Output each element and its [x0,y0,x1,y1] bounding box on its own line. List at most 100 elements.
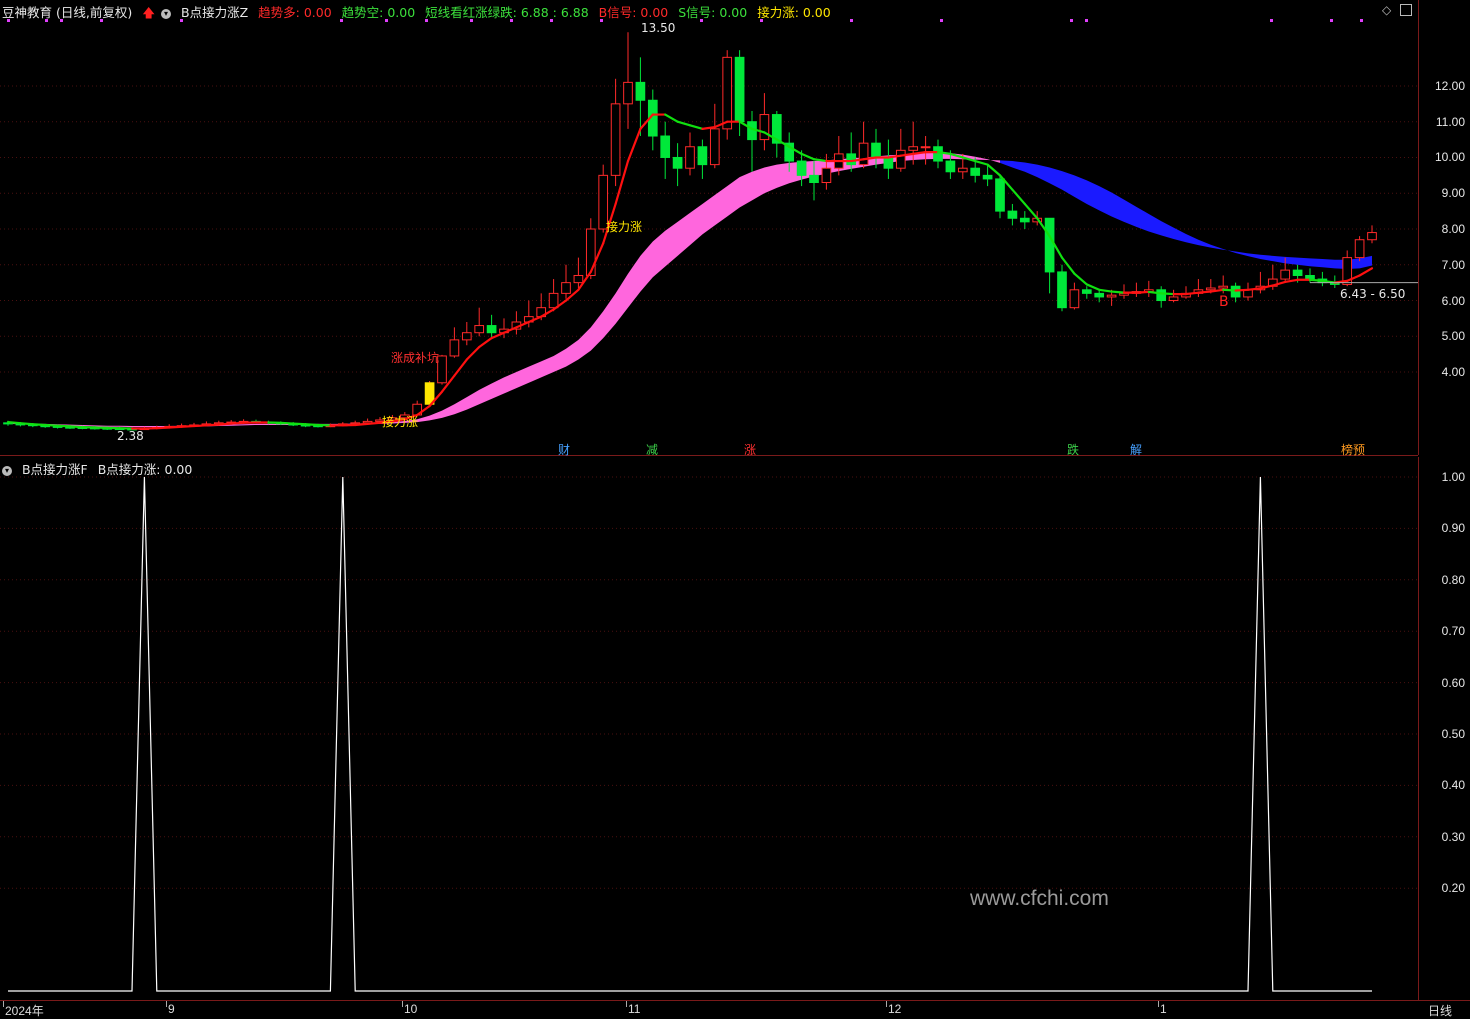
ma-line-segment [70,426,82,427]
candle-body [1082,290,1091,294]
candle-body [586,229,595,275]
range-label: 6.43 - 6.50 [1340,287,1405,301]
diamond-icon[interactable]: ◇ [1382,3,1391,17]
candle-body [1095,293,1104,297]
collapse-icon[interactable]: ▾ [2,466,12,476]
ma-line-segment [1149,292,1161,293]
sub-value-axis[interactable]: 0.200.300.400.500.600.700.800.901.00 [1418,457,1470,1000]
signal-dot [100,19,103,22]
candle-body [562,283,571,294]
price-tick-label: 7.00 [1442,258,1465,272]
trend-short: 趋势空: 0.00 [342,5,416,20]
candle-body [1355,240,1364,258]
event-marker[interactable]: 涨 [743,441,757,458]
signal-dot [470,19,473,22]
rise-label: 涨成补坑 [391,349,439,366]
signal-dot [385,19,388,22]
candle-body [673,157,682,168]
price-tick-label: 6.00 [1442,294,1465,308]
event-marker[interactable]: 跌 [1066,441,1080,458]
low-label: 2.38 [117,429,144,443]
ma-line-segment [802,154,814,159]
ma-line-segment [1062,258,1074,274]
value-tick-label: 0.90 [1442,521,1465,535]
ma-line-segment [1285,280,1297,282]
collapse-icon[interactable]: ▾ [161,9,171,19]
ma-line-segment [1087,284,1099,289]
signal-line-chart[interactable] [0,457,1418,1000]
candle-body [958,168,967,172]
candle-body [847,154,856,165]
signal-dot [60,19,63,22]
candle-body [1306,275,1315,279]
ma-line-segment [1186,293,1198,294]
candle-body [698,147,707,165]
indicator-name[interactable]: B点接力涨Z [181,5,248,20]
ma-line-segment [8,422,20,423]
ma-line-segment [1198,292,1210,293]
candle-body [636,82,645,100]
main-chart-pane[interactable]: 豆神教育 (日线,前复权) 🡅 ▾ B点接力涨Z 趋势多: 0.00 趋势空: … [0,0,1418,456]
time-axis-label: 10 [404,1002,417,1016]
ma-line-segment [467,347,479,360]
event-marker[interactable]: 财 [557,441,571,458]
arrow-up-icon: 🡅 [142,5,155,20]
event-marker[interactable]: 减 [645,441,659,458]
watermark: www.cfchi.com [970,887,1109,911]
bear-band [1000,160,1372,269]
ma-line-segment [1136,292,1148,293]
candle-body [475,326,484,333]
candle-body [686,147,695,168]
ma-line-segment [1025,204,1037,218]
value-tick-label: 0.40 [1442,778,1465,792]
sub-indicator-name[interactable]: B点接力涨F [22,462,88,477]
candle-body [723,57,732,129]
period-label[interactable]: 日线 [1428,1002,1452,1019]
ma-line-segment [306,424,318,425]
ma-line-segment [182,426,194,427]
time-axis[interactable]: 2024年91011121 日线 [0,1000,1470,1017]
signal-dot [1270,19,1273,22]
ma-line-segment [1223,290,1235,291]
price-tick-label: 4.00 [1442,365,1465,379]
candle-body [1368,233,1377,240]
ma-line-segment [1360,268,1372,275]
ma-line-segment [678,122,690,126]
s-signal: S信号: 0.00 [678,5,747,20]
signal-dot [850,19,853,22]
window-toggle-icon[interactable] [1400,4,1412,16]
time-axis-label: 9 [168,1002,175,1016]
b-signal: B信号: 0.00 [599,5,669,20]
event-marker[interactable]: 解 [1129,441,1143,458]
price-tick-label: 9.00 [1442,186,1465,200]
sub-chart-pane[interactable]: ▾ B点接力涨F B点接力涨: 0.00 [0,457,1418,1001]
main-price-axis[interactable]: 4.005.006.007.008.009.0010.0011.0012.00 [1418,0,1470,455]
candle-body [735,57,744,121]
candle-body [760,115,769,140]
candle-body [896,150,905,168]
time-axis-label: 1 [1160,1002,1167,1016]
value-tick-label: 0.50 [1442,727,1465,741]
ma-line-segment [157,427,169,428]
b-marker: B [1219,294,1229,310]
candle-body [996,179,1005,211]
signal-dot [340,19,343,22]
candle-body [921,147,930,148]
event-marker[interactable]: 榜预 [1340,441,1366,458]
signal-dot [760,19,763,22]
price-tick-label: 12.00 [1435,79,1465,93]
ma-line-segment [975,161,987,165]
main-header: 豆神教育 (日线,前复权) 🡅 ▾ B点接力涨Z 趋势多: 0.00 趋势空: … [2,2,837,25]
candle-body [1107,295,1116,297]
ma-line-segment [814,159,826,161]
stock-title[interactable]: 豆神教育 (日线,前复权) [2,5,132,20]
candle-body [1070,290,1079,308]
candle-body [1008,211,1017,218]
candle-body [983,175,992,179]
candle-body [797,161,806,175]
signal-dot [1085,19,1088,22]
time-axis-tick [886,1001,887,1007]
ma-line-segment [281,423,293,424]
candlestick-chart[interactable] [0,0,1418,455]
candle-body [624,82,633,103]
